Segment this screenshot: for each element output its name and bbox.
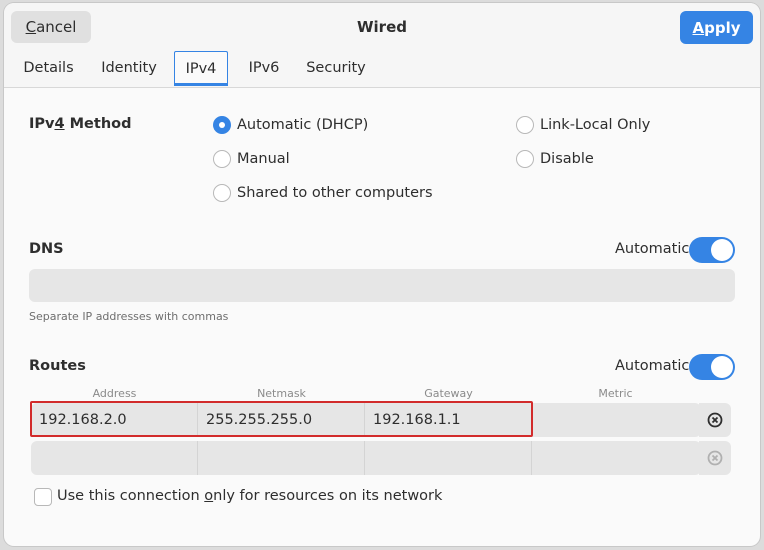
method-shared[interactable]: Shared to other computers xyxy=(213,184,433,202)
radio-button[interactable] xyxy=(213,184,231,202)
radio-button[interactable] xyxy=(516,150,534,168)
route-row: 192.168.2.0 255.255.255.0 192.168.1.1 xyxy=(31,403,701,437)
tab-ipv4[interactable]: IPv4 xyxy=(174,51,228,86)
method-automatic-dhcp-label: Automatic (DHCP) xyxy=(237,117,369,133)
dns-hint: Separate IP addresses with commas xyxy=(29,310,229,323)
route-metric-input[interactable] xyxy=(532,403,699,437)
tab-identity[interactable]: Identity xyxy=(84,51,174,85)
route-metric-input[interactable] xyxy=(532,441,699,475)
route-netmask-input[interactable] xyxy=(198,441,365,475)
remove-circle-icon xyxy=(707,412,723,428)
remove-circle-icon xyxy=(707,450,723,466)
tab-security[interactable]: Security xyxy=(300,51,372,85)
method-disable-label: Disable xyxy=(540,151,594,167)
method-disable[interactable]: Disable xyxy=(516,150,594,168)
ipv4-method-label: IPv4 Method xyxy=(29,116,132,132)
dns-automatic-label: Automatic xyxy=(615,241,690,257)
method-shared-label: Shared to other computers xyxy=(237,185,433,201)
delete-route-button-disabled xyxy=(699,441,731,475)
routes-automatic-label: Automatic xyxy=(615,358,690,374)
routes-label: Routes xyxy=(29,358,86,374)
method-link-local-only[interactable]: Link-Local Only xyxy=(516,116,650,134)
column-header-gateway: Gateway xyxy=(424,387,473,400)
dns-automatic-switch[interactable] xyxy=(689,237,735,263)
column-header-metric: Metric xyxy=(598,387,633,400)
tab-bar: Details Identity IPv4 IPv6 Security xyxy=(13,51,372,87)
dialog-title: Wired xyxy=(357,18,407,36)
dns-label: DNS xyxy=(29,241,64,257)
delete-route-button[interactable] xyxy=(699,403,731,437)
only-local-checkbox[interactable] xyxy=(34,488,52,506)
routes-automatic-switch[interactable] xyxy=(689,354,735,380)
method-manual-label: Manual xyxy=(237,151,290,167)
dialog-header: Cancel Wired Apply Details Identity IPv4… xyxy=(4,3,760,88)
connection-dialog: Cancel Wired Apply Details Identity IPv4… xyxy=(4,3,760,546)
column-header-address: Address xyxy=(92,387,137,400)
tab-details[interactable]: Details xyxy=(13,51,84,85)
route-gateway-input[interactable] xyxy=(365,441,532,475)
apply-button-label: Apply xyxy=(692,18,741,37)
method-manual[interactable]: Manual xyxy=(213,150,290,168)
method-automatic-dhcp[interactable]: Automatic (DHCP) xyxy=(213,116,368,134)
dns-input[interactable] xyxy=(29,269,735,302)
method-link-local-label: Link-Local Only xyxy=(540,117,651,133)
radio-button-checked[interactable] xyxy=(213,116,231,134)
radio-button[interactable] xyxy=(516,116,534,134)
route-gateway-input[interactable]: 192.168.1.1 xyxy=(365,403,532,437)
radio-button[interactable] xyxy=(213,150,231,168)
route-row xyxy=(31,441,701,475)
apply-button[interactable]: Apply xyxy=(680,11,753,44)
column-header-netmask: Netmask xyxy=(257,387,306,400)
only-local-label: Use this connection only for resources o… xyxy=(57,488,443,504)
tab-ipv6[interactable]: IPv6 xyxy=(228,51,300,85)
route-address-input[interactable]: 192.168.2.0 xyxy=(31,403,198,437)
route-netmask-input[interactable]: 255.255.255.0 xyxy=(198,403,365,437)
route-address-input[interactable] xyxy=(31,441,198,475)
